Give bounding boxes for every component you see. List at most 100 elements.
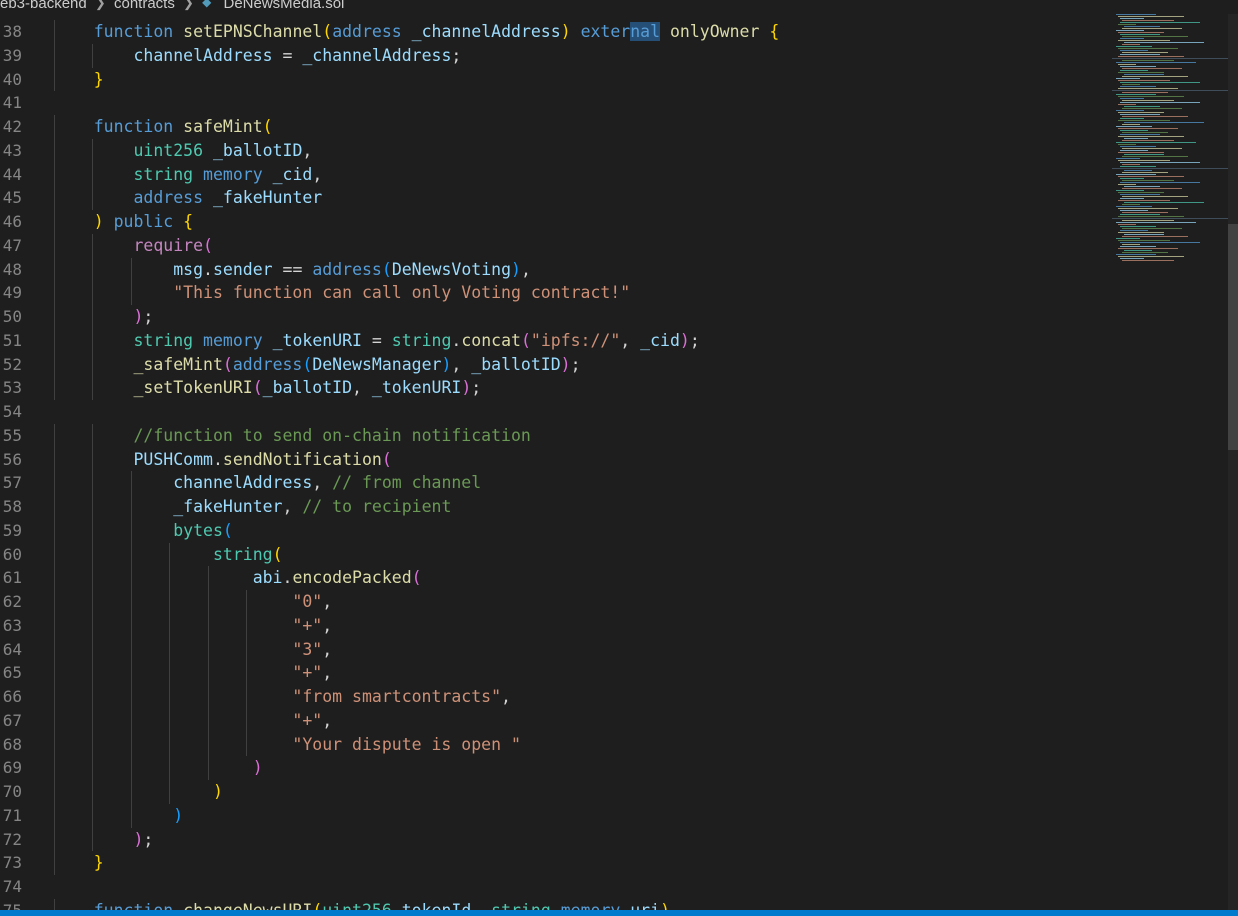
- code-line[interactable]: 48 msg.sender == address(DeNewsVoting),: [0, 257, 1110, 282]
- indent-guide: [92, 685, 94, 709]
- indent-guide: [54, 732, 55, 757]
- indent-guide: [54, 590, 55, 614]
- indent-guide: [130, 732, 132, 757]
- code-token: PUSHComm: [133, 449, 213, 469]
- code-token: _ballotID: [471, 354, 561, 374]
- indent-guide: [92, 376, 94, 400]
- minimap-line: [1120, 210, 1148, 211]
- code-line[interactable]: 51 string memory _tokenURI = string.conc…: [0, 328, 1110, 353]
- code-line[interactable]: 40 }: [0, 67, 1110, 92]
- code-line[interactable]: 64 "3",: [0, 637, 1110, 662]
- line-number: 42: [2, 117, 22, 136]
- code-token: (: [203, 235, 213, 255]
- line-number: 64: [2, 639, 22, 659]
- code-token: ): [133, 307, 144, 326]
- code-line[interactable]: 71 ): [0, 803, 1110, 828]
- line-number: 39: [2, 45, 22, 65]
- minimap-line: [1118, 16, 1184, 17]
- code-text: function setEPNSChannel(address _channel…: [54, 20, 779, 44]
- breadcrumb-folder[interactable]: eb3-backend: [0, 0, 87, 12]
- code-line[interactable]: 61 abi.encodePacked(: [0, 566, 1110, 590]
- code-token: uint256: [133, 140, 204, 160]
- indent-guide: [169, 708, 171, 733]
- indent-guide: [169, 685, 171, 709]
- code-line[interactable]: 45 address _fakeHunter: [0, 186, 1110, 210]
- code-line[interactable]: 47 require(: [0, 233, 1110, 258]
- code-line[interactable]: 68 "Your dispute is open ": [0, 732, 1110, 757]
- minimap-line: [1120, 178, 1144, 179]
- indent-guide: [246, 613, 247, 638]
- code-editor[interactable]: 38 function setEPNSChannel(address _chan…: [0, 20, 1110, 916]
- minimap-line: [1116, 190, 1144, 191]
- code-line[interactable]: 69 ): [0, 756, 1110, 780]
- code-line[interactable]: 65 "+",: [0, 661, 1110, 685]
- code-line[interactable]: 66 "from smartcontracts",: [0, 685, 1110, 709]
- code-line[interactable]: 41: [0, 91, 1110, 115]
- code-line[interactable]: 44 string memory _cid,: [0, 162, 1110, 187]
- code-line[interactable]: 67 "+",: [0, 708, 1110, 733]
- minimap-line: [1120, 226, 1156, 227]
- line-number: 47: [2, 235, 22, 255]
- code-line[interactable]: 52 _safeMint(address(DeNewsManager), _ba…: [0, 352, 1110, 377]
- solidity-file-icon: ◆: [202, 0, 212, 9]
- code-token: //function to send on-chain notification: [133, 425, 531, 445]
- code-line[interactable]: 42 function safeMint(: [0, 115, 1110, 139]
- minimap-line: [1118, 80, 1170, 81]
- code-line[interactable]: 54: [0, 400, 1110, 424]
- code-token: ;: [689, 330, 700, 350]
- code-text: address _fakeHunter: [54, 186, 322, 210]
- code-text: ) public {: [54, 210, 193, 234]
- breadcrumb-file[interactable]: DeNewsMedia.sol: [224, 0, 345, 12]
- breadcrumb-subfolder[interactable]: contracts: [114, 0, 175, 12]
- minimap-line: [1122, 52, 1168, 53]
- code-token: DeNewsVoting: [391, 259, 512, 279]
- code-line[interactable]: 70 ): [0, 780, 1110, 804]
- minimap[interactable]: [1112, 14, 1228, 274]
- code-line[interactable]: 55 //function to send on-chain notificat…: [0, 423, 1110, 448]
- indent-guide: [54, 162, 55, 187]
- code-token: ;: [143, 829, 154, 849]
- indent-guide: [54, 257, 55, 282]
- scrollbar-thumb[interactable]: [1228, 224, 1238, 450]
- code-line[interactable]: 50 );: [0, 305, 1110, 329]
- code-line[interactable]: 58 _fakeHunter, // to recipient: [0, 495, 1110, 519]
- minimap-line: [1118, 216, 1184, 217]
- vertical-scrollbar[interactable]: [1228, 14, 1238, 916]
- code-line[interactable]: 49 "This function can call only Voting c…: [0, 281, 1110, 305]
- code-line[interactable]: 73 }: [0, 851, 1110, 875]
- code-line[interactable]: 74: [0, 875, 1110, 899]
- indent-guide: [54, 518, 55, 543]
- code-line[interactable]: 53 _setTokenURI(_ballotID, _tokenURI);: [0, 376, 1110, 400]
- code-line[interactable]: 59 bytes(: [0, 518, 1110, 543]
- minimap-line: [1120, 82, 1200, 83]
- minimap-line: [1124, 154, 1164, 155]
- code-token: memory: [203, 330, 263, 350]
- line-number: 40: [2, 69, 22, 89]
- minimap-line: [1118, 224, 1136, 225]
- code-line[interactable]: 46 ) public {: [0, 210, 1110, 234]
- code-line[interactable]: 63 "+",: [0, 613, 1110, 638]
- code-line[interactable]: 60 string(: [0, 542, 1110, 567]
- code-line[interactable]: 62 "0",: [0, 590, 1110, 614]
- indent-guide: [92, 233, 94, 258]
- code-line[interactable]: 38 function setEPNSChannel(address _chan…: [0, 20, 1110, 44]
- minimap-line: [1116, 254, 1156, 255]
- code-token: string: [212, 544, 273, 564]
- code-token: bytes: [173, 520, 223, 540]
- code-text: "+",: [54, 661, 332, 685]
- line-number: 60: [2, 544, 22, 564]
- code-token: encodePacked: [292, 568, 412, 588]
- line-number: 66: [2, 687, 22, 706]
- code-line[interactable]: 39 channelAddress = _channelAddress;: [0, 43, 1110, 68]
- minimap-line: [1122, 92, 1168, 93]
- indent-guide: [169, 590, 171, 614]
- code-line[interactable]: 72 );: [0, 827, 1110, 852]
- code-line[interactable]: 56 PUSHComm.sendNotification(: [0, 447, 1110, 472]
- code-line[interactable]: 43 uint256 _ballotID,: [0, 138, 1110, 163]
- code-line[interactable]: 57 channelAddress, // from channel: [0, 471, 1110, 495]
- minimap-line: [1122, 76, 1188, 77]
- minimap-line: [1116, 238, 1140, 239]
